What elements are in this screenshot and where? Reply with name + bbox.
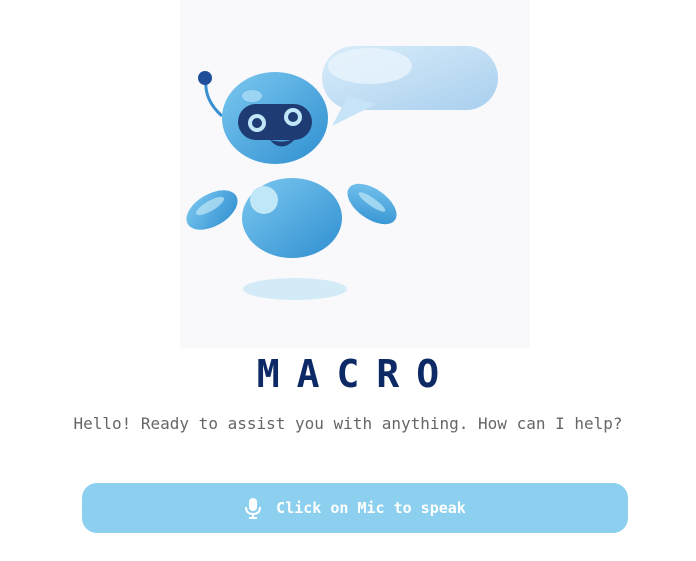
shadow-shape [243,278,347,300]
speech-bubble-icon [322,46,498,126]
assistant-page: MACRO Hello! Ready to assist you with an… [0,0,696,561]
app-title: MACRO [256,352,457,396]
robot-assistant-icon [186,46,498,300]
greeting-text: Hello! Ready to assist you with anything… [73,414,623,433]
microphone-icon [244,497,262,519]
speak-button[interactable]: Click on Mic to speak [82,483,628,533]
speak-button-label: Click on Mic to speak [276,499,466,517]
robot-illustration [180,0,530,348]
